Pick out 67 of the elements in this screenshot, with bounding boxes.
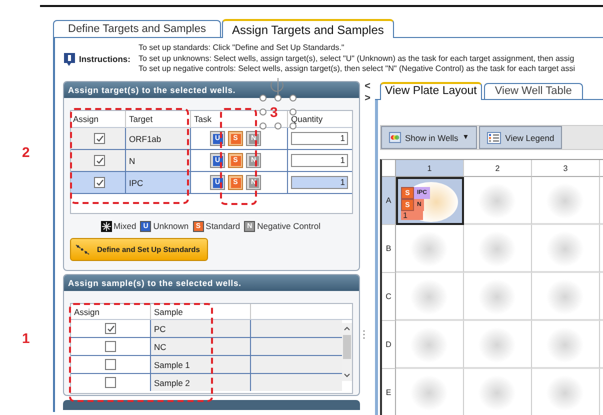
column-header[interactable]: 2 [464, 160, 532, 177]
instructions-label: Instructions: [79, 54, 130, 64]
well[interactable] [532, 273, 600, 321]
legend-list-icon [487, 132, 502, 144]
well[interactable] [464, 321, 532, 369]
expand-right-arrow[interactable]: > [364, 93, 370, 105]
column-header: Sample [151, 304, 251, 319]
checkbox[interactable] [105, 377, 116, 388]
column-header: Quantity [290, 113, 324, 126]
mixed-icon [100, 220, 112, 232]
instruction-text: To set up negative controls: Select wells, assign target(s), then select "N" (Negative Control) as the task for each target assi [138, 64, 576, 75]
row-header[interactable]: C [382, 273, 396, 321]
checkbox[interactable] [94, 177, 105, 188]
view-legend-button[interactable]: View Legend [479, 126, 562, 149]
checkbox[interactable] [105, 359, 116, 370]
color-dots-icon [389, 132, 401, 143]
table-cell: N [126, 150, 191, 171]
collapse-left-arrow[interactable]: < [364, 81, 370, 93]
checkbox[interactable] [94, 155, 105, 166]
quantity-field[interactable]: 1 [291, 132, 348, 145]
callout-number: 2 [22, 144, 30, 160]
row-header[interactable]: D [382, 321, 396, 369]
quantity-field[interactable]: 1 [291, 176, 348, 189]
legend-label: Negative Control [257, 221, 320, 231]
row-header[interactable]: A [382, 177, 396, 225]
instruction-text: To set up unknowns: Select wells, assign target(s), select "U" (Unknown) as the task for each target assignment, then assig [138, 54, 576, 64]
checkbox[interactable] [105, 323, 116, 334]
well[interactable] [396, 225, 464, 273]
instruction-text: To set up standards: Click "Define and Set Up Standards." [138, 43, 346, 54]
legend-label: Standard [206, 221, 240, 231]
column-header[interactable]: 1 [396, 160, 464, 177]
table-cell: IPC [126, 172, 191, 193]
table-cell: ORF1ab [126, 128, 191, 149]
callout-number: 1 [22, 330, 30, 346]
table-cell: NC [151, 338, 251, 355]
column-header: Assign [71, 304, 151, 319]
row-header[interactable]: B [382, 225, 396, 273]
well[interactable] [464, 177, 532, 225]
tab[interactable]: View Well Table [484, 83, 583, 99]
well[interactable] [532, 225, 600, 273]
quantity-label: 1 [401, 211, 423, 220]
well[interactable] [396, 273, 464, 321]
well[interactable] [464, 225, 532, 273]
callout-number: 3 [270, 104, 278, 120]
tab[interactable]: View Plate Layout [380, 82, 482, 100]
chain-icon [75, 244, 91, 256]
table-cell: Sample 1 [151, 356, 251, 373]
well[interactable] [464, 273, 532, 321]
well[interactable] [532, 321, 600, 369]
tab[interactable]: Assign Targets and Samples [222, 19, 394, 38]
info-icon [63, 52, 76, 66]
panel-title: Assign sample(s) to the selected wells. [64, 275, 359, 291]
column-header: Target [126, 111, 191, 127]
well[interactable] [396, 321, 464, 369]
scrollbar [342, 323, 352, 381]
checkbox[interactable] [105, 341, 116, 352]
column-header[interactable]: 3 [532, 160, 600, 177]
table-cell: PC [151, 320, 251, 337]
quantity-field[interactable]: 1 [291, 154, 348, 167]
panel-title: Assign target(s) to the selected wells. [64, 82, 359, 98]
table-cell: Sample 2 [151, 374, 251, 391]
checkbox[interactable] [94, 133, 105, 144]
column-header: Assign [71, 111, 126, 127]
legend-label: Mixed [114, 221, 136, 231]
tab[interactable]: Define Targets and Samples [53, 20, 221, 37]
well[interactable] [532, 177, 600, 225]
legend-label: Unknown [153, 221, 189, 231]
